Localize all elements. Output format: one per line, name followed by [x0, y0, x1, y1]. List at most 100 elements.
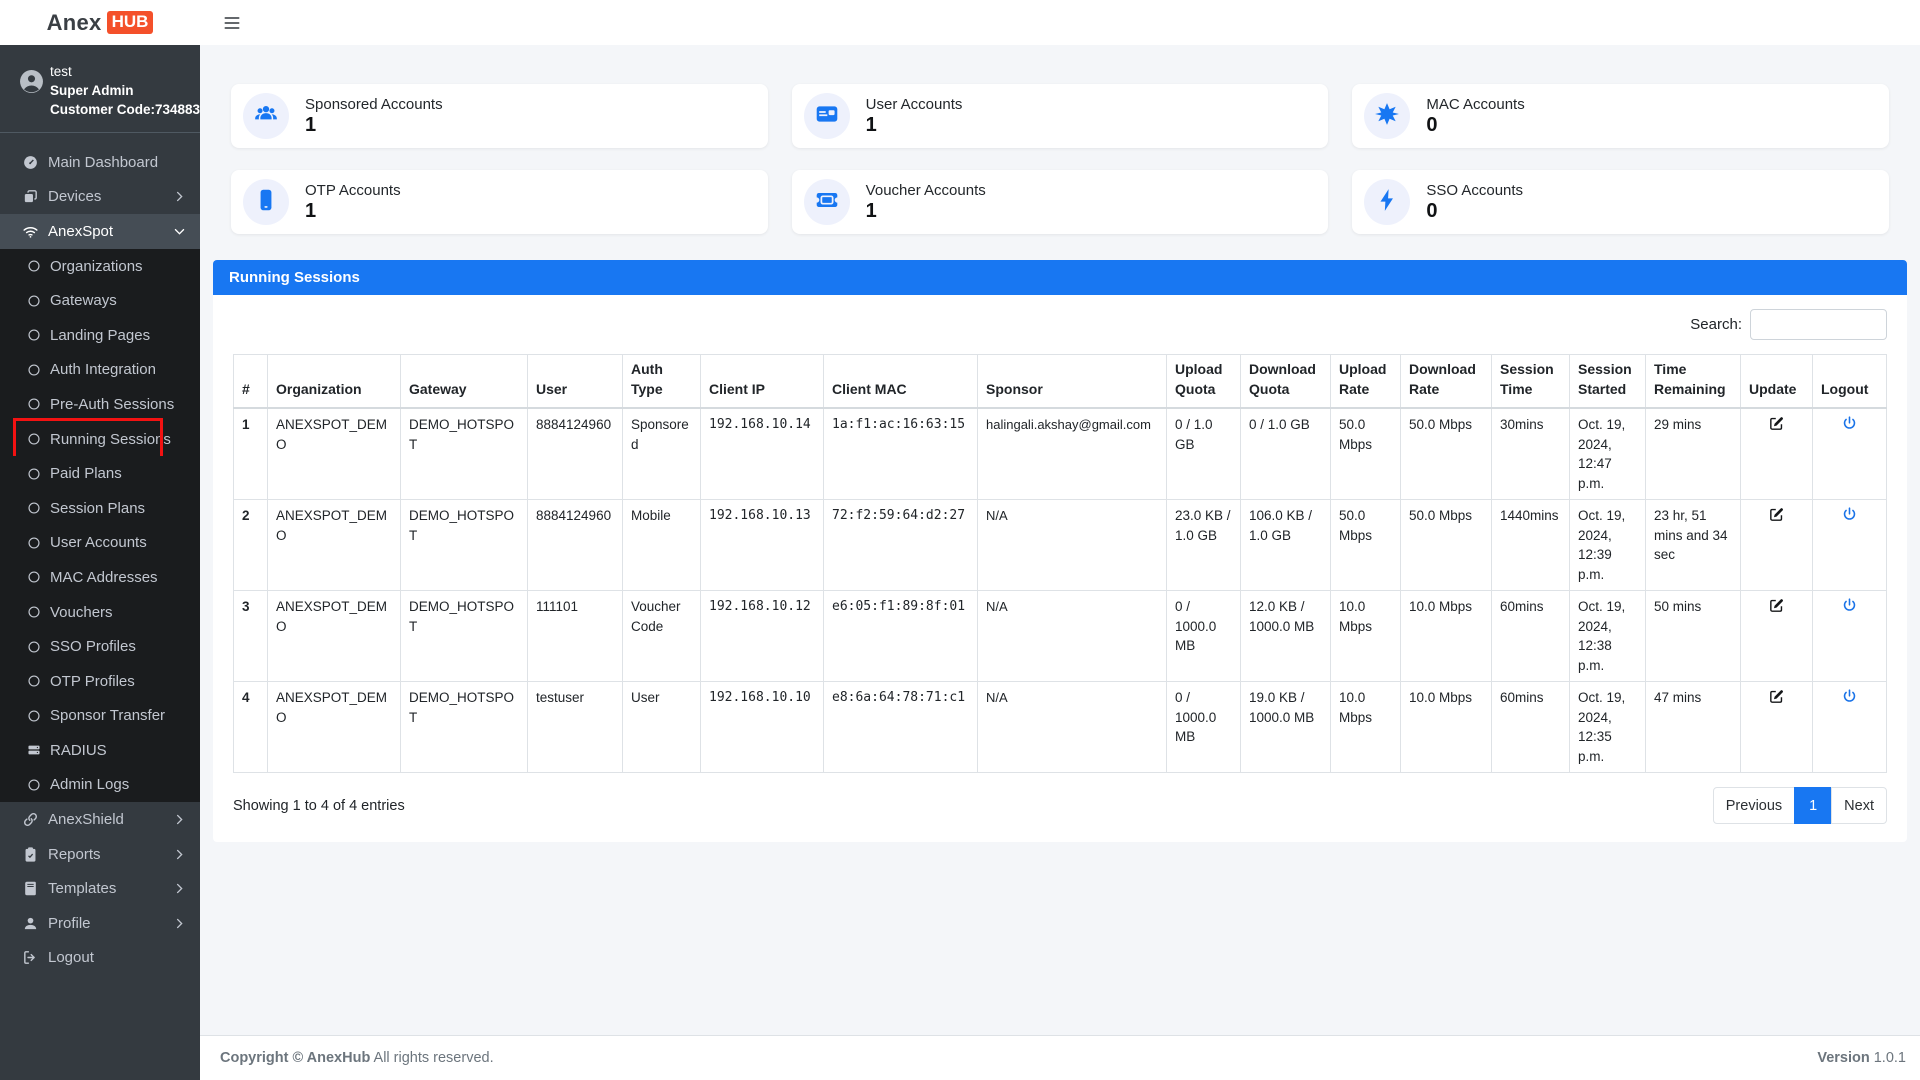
hamburger-menu-icon[interactable]	[222, 13, 242, 33]
sidebar-item-anexshield[interactable]: AnexShield	[0, 802, 200, 837]
chevron-down-icon	[173, 225, 186, 238]
stat-card-label: User Accounts	[866, 96, 963, 113]
column-header-organization: Organization	[268, 355, 401, 409]
sidebar-item-organizations[interactable]: Organizations	[0, 249, 200, 284]
sidebar-item-label: AnexSpot	[48, 223, 113, 240]
sidebar-item-pre-auth-sessions[interactable]: Pre-Auth Sessions	[0, 387, 200, 422]
stat-card-voucher-accounts: Voucher Accounts1	[792, 170, 1329, 234]
session-logout-button[interactable]	[1841, 597, 1858, 614]
sidebar-item-reports[interactable]: Reports	[0, 837, 200, 872]
sidebar-item-label: Logout	[48, 949, 94, 966]
cell-client-mac: 72:f2:59:64:d2:27	[824, 500, 978, 591]
sidebar-item-user-accounts[interactable]: User Accounts	[0, 526, 200, 561]
stat-card-value: 1	[866, 200, 986, 223]
sidebar-item-anexspot[interactable]: AnexSpot	[0, 214, 200, 249]
user-role: Super Admin	[50, 81, 190, 100]
stat-card-icon-circle	[1364, 179, 1410, 225]
column-header-session-started: Session Started	[1570, 355, 1646, 409]
version-label: Version	[1817, 1050, 1869, 1066]
sidebar-item-label: Sponsor Transfer	[50, 707, 165, 724]
sidebar-item-label: Gateways	[50, 292, 117, 309]
column-header-: #	[234, 355, 268, 409]
sidebar-item-logout[interactable]: Logout	[0, 941, 200, 976]
column-header-download-rate: Download Rate	[1401, 355, 1492, 409]
chevron-right-icon	[173, 882, 186, 895]
chevron-right-icon	[173, 917, 186, 930]
sidebar-item-otp-profiles[interactable]: OTP Profiles	[0, 664, 200, 699]
brand-logo[interactable]: Anex HUB	[0, 0, 200, 45]
sidebar-item-session-plans[interactable]: Session Plans	[0, 491, 200, 526]
cell-client-ip: 192.168.10.13	[701, 500, 824, 591]
sidebar-item-label: Pre-Auth Sessions	[50, 396, 174, 413]
sidebar-item-devices[interactable]: Devices	[0, 180, 200, 215]
sidebar-item-label: Session Plans	[50, 500, 145, 517]
session-logout-button[interactable]	[1841, 688, 1858, 705]
sidebar-item-main-dashboard[interactable]: Main Dashboard	[0, 145, 200, 180]
cell-sponsor: N/A	[978, 682, 1167, 773]
stat-card-icon-circle	[804, 93, 850, 139]
cell-user: 8884124960	[528, 408, 623, 500]
cell-client-mac: e6:05:f1:89:8f:01	[824, 591, 978, 682]
cell-gateway: DEMO_HOTSPOT	[401, 682, 528, 773]
sidebar-item-label: Vouchers	[50, 604, 113, 621]
circle-icon	[27, 674, 41, 688]
sidebar-item-vouchers[interactable]: Vouchers	[0, 595, 200, 630]
sidebar-item-mac-addresses[interactable]: MAC Addresses	[0, 560, 200, 595]
update-button[interactable]	[1768, 688, 1785, 705]
server-icon	[27, 743, 41, 757]
content: Sponsored Accounts1User Accounts1MAC Acc…	[200, 45, 1920, 1035]
chevron-right-icon	[173, 813, 186, 826]
column-header-client-ip: Client IP	[701, 355, 824, 409]
cell-session-time: 60mins	[1492, 591, 1570, 682]
brand-name: Anex	[47, 10, 102, 36]
sidebar-item-radius[interactable]: RADIUS	[0, 733, 200, 768]
sidebar-item-profile[interactable]: Profile	[0, 906, 200, 941]
cell-upload-quota: 0 / 1.0 GB	[1167, 408, 1241, 500]
column-header-sponsor: Sponsor	[978, 355, 1167, 409]
update-button[interactable]	[1768, 415, 1785, 432]
user-name: test	[50, 62, 190, 81]
column-header-gateway: Gateway	[401, 355, 528, 409]
stat-card-label: Sponsored Accounts	[305, 96, 443, 113]
stat-card-value: 1	[305, 200, 401, 223]
column-header-upload-quota: Upload Quota	[1167, 355, 1241, 409]
sidebar-item-templates[interactable]: Templates	[0, 871, 200, 906]
update-button[interactable]	[1768, 597, 1785, 614]
sidebar-item-label: OTP Profiles	[50, 673, 135, 690]
cell-sponsor: N/A	[978, 591, 1167, 682]
sidebar-item-sso-profiles[interactable]: SSO Profiles	[0, 629, 200, 664]
version-text: Version 1.0.1	[1817, 1050, 1906, 1066]
sidebar-item-paid-plans[interactable]: Paid Plans	[0, 456, 200, 491]
sidebar-item-admin-logs[interactable]: Admin Logs	[0, 768, 200, 803]
session-row: 1ANEXSPOT_DEMODEMO_HOTSPOT8884124960Spon…	[234, 408, 1887, 500]
sidebar-item-running-sessions[interactable]: Running Sessions	[0, 422, 200, 457]
cell-client-ip: 192.168.10.12	[701, 591, 824, 682]
sidebar-item-landing-pages[interactable]: Landing Pages	[0, 318, 200, 353]
column-header-update: Update	[1741, 355, 1813, 409]
pagination-previous[interactable]: Previous	[1713, 787, 1795, 824]
topbar	[200, 0, 1920, 45]
cell-download-rate: 10.0 Mbps	[1401, 591, 1492, 682]
sidebar-item-gateways[interactable]: Gateways	[0, 283, 200, 318]
session-logout-button[interactable]	[1841, 506, 1858, 523]
circle-icon	[27, 294, 41, 308]
update-button[interactable]	[1768, 506, 1785, 523]
sidebar-item-label: SSO Profiles	[50, 638, 136, 655]
cell-download-quota: 19.0 KB / 1000.0 MB	[1241, 682, 1331, 773]
sidebar-item-auth-integration[interactable]: Auth Integration	[0, 353, 200, 388]
column-header-auth-type: Auth Type	[623, 355, 701, 409]
cell-upload-rate: 50.0 Mbps	[1331, 408, 1401, 500]
circle-icon	[27, 397, 41, 411]
sidebar-item-label: Auth Integration	[50, 361, 156, 378]
column-header-client-mac: Client MAC	[824, 355, 978, 409]
pagination-1[interactable]: 1	[1794, 787, 1832, 824]
search-input[interactable]	[1750, 309, 1887, 340]
search-label: Search:	[1690, 316, 1742, 333]
circle-icon	[27, 605, 41, 619]
pagination-next[interactable]: Next	[1831, 787, 1887, 824]
column-header-session-time: Session Time	[1492, 355, 1570, 409]
sidebar-item-sponsor-transfer[interactable]: Sponsor Transfer	[0, 699, 200, 734]
circle-icon	[27, 536, 41, 550]
cell-client-mac: 1a:f1:ac:16:63:15	[824, 408, 978, 500]
session-logout-button[interactable]	[1841, 415, 1858, 432]
